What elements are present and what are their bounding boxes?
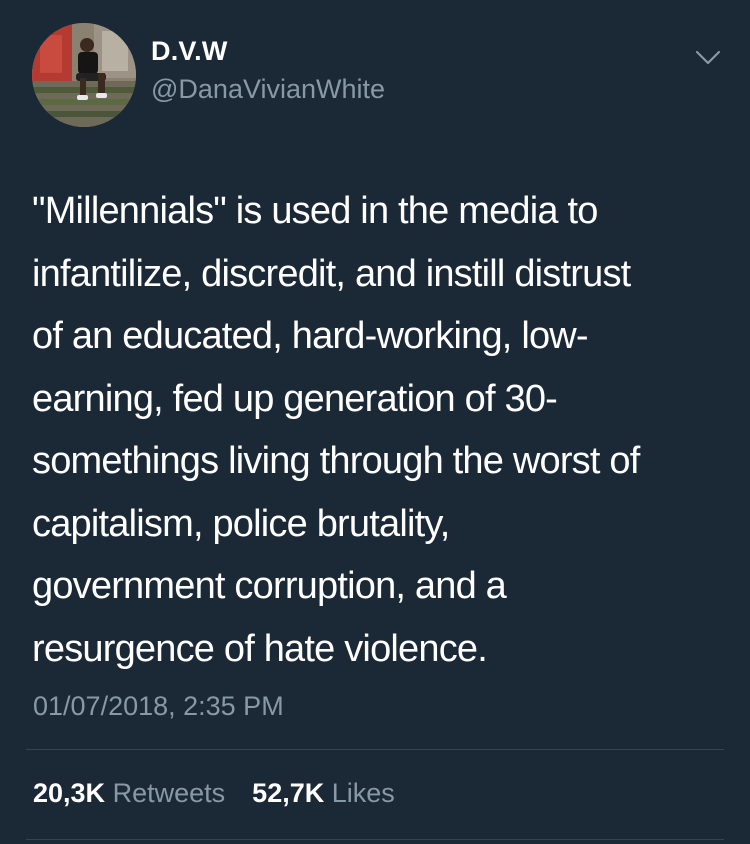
display-name[interactable]: D.V.W	[151, 36, 228, 67]
avatar[interactable]	[32, 23, 136, 127]
tweet-stats: 20,3K Retweets 52,7K Likes	[33, 778, 395, 809]
likes-stat[interactable]: 52,7K Likes	[252, 778, 395, 808]
divider	[26, 839, 724, 840]
user-handle[interactable]: @DanaVivianWhite	[151, 74, 385, 105]
tweet-text-line: infantilize, discredit, and instill dist…	[32, 252, 631, 295]
likes-count: 52,7K	[252, 778, 325, 808]
tweet-text-line: of an educated, hard-working, low-	[32, 315, 589, 357]
tweet-timestamp[interactable]: 01/07/2018, 2:35 PM	[33, 691, 284, 722]
tweet-text-line: resurgence of hate violence.	[32, 627, 488, 670]
tweet-text-line: "Millennials" is used in the media to	[32, 190, 598, 232]
chevron-down-icon[interactable]	[692, 46, 724, 68]
tweet-text-line: somethings living through the worst of	[32, 440, 640, 482]
tweet-text: "Millennials" is used in the media to in…	[32, 180, 722, 680]
tweet-card: D.V.W @DanaVivianWhite "Millennials" is …	[0, 0, 750, 844]
tweet-text-line: government corruption, and a	[32, 565, 507, 607]
likes-label: Likes	[331, 778, 395, 808]
retweets-count: 20,3K	[33, 778, 106, 808]
tweet-text-line: capitalism, police brutality,	[32, 502, 450, 545]
tweet-text-line: earning, fed up generation of 30-	[32, 377, 558, 420]
retweets-stat[interactable]: 20,3K Retweets	[33, 778, 233, 808]
avatar-photo	[32, 23, 136, 127]
retweets-label: Retweets	[112, 778, 226, 808]
divider	[26, 749, 724, 750]
